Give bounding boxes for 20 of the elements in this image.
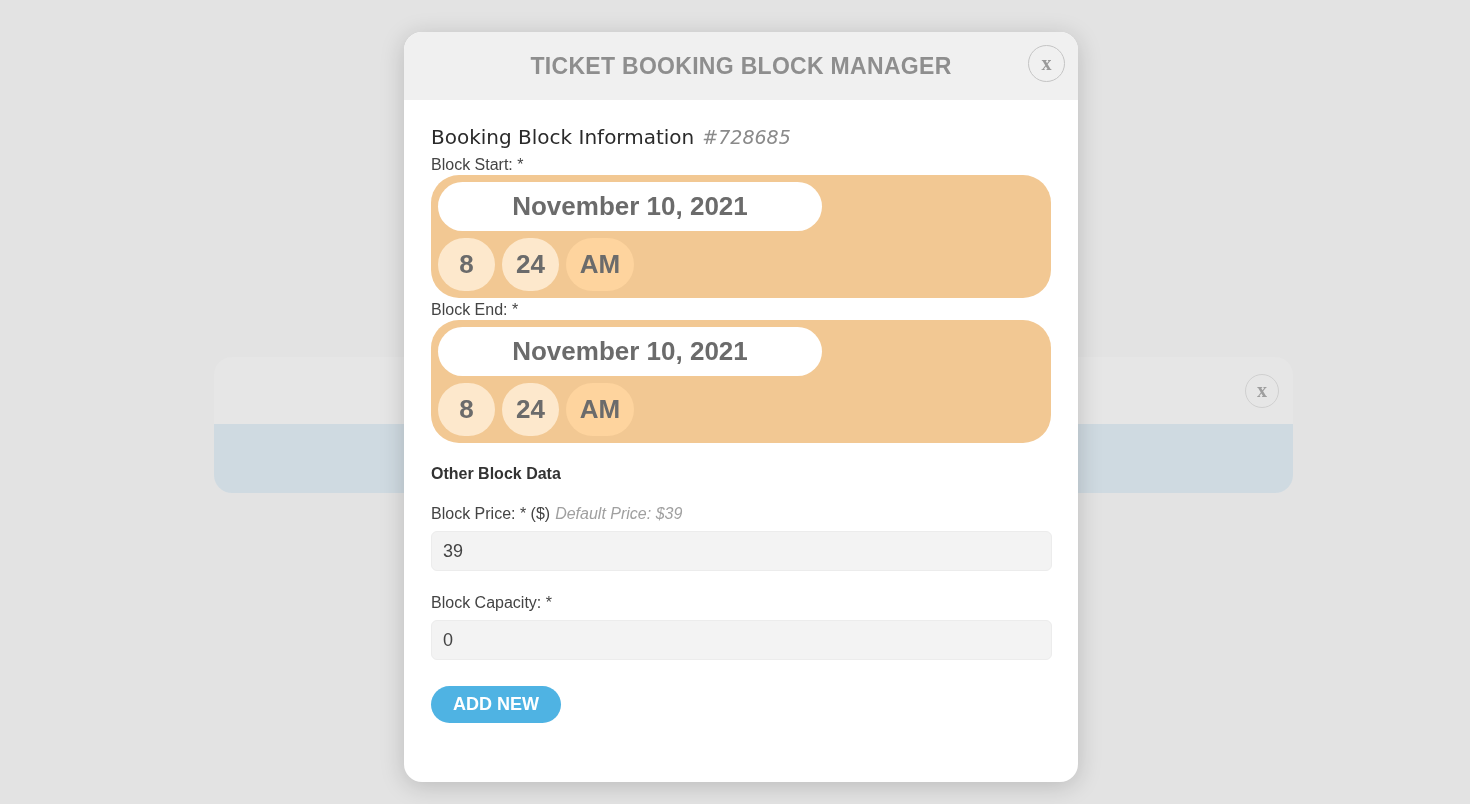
input-field[interactable]: 39 [431, 531, 1052, 571]
input-field[interactable]: 0 [431, 620, 1052, 660]
field-label: Block Capacity: * [431, 593, 552, 613]
section-heading: Booking Block Information [431, 125, 695, 149]
minute-field[interactable]: 24 [502, 238, 559, 291]
minute-field[interactable]: 24 [502, 383, 559, 436]
field-hint: Default Price: $39 [555, 505, 683, 523]
date-field[interactable]: November 10, 2021 [438, 327, 822, 376]
hour-field[interactable]: 8 [438, 383, 495, 436]
block-id: #728685 [702, 126, 791, 148]
field-label: Block Start: * [431, 155, 525, 175]
field-label: Block End: * [431, 300, 520, 320]
hour-field[interactable]: 8 [438, 238, 495, 291]
field-label: Block Price: * ($) [431, 504, 551, 524]
meridiem-field[interactable]: AM [566, 383, 634, 436]
meridiem-field[interactable]: AM [566, 238, 634, 291]
date-field[interactable]: November 10, 2021 [438, 182, 822, 231]
modal-title: TICKET BOOKING BLOCK MANAGER [530, 52, 952, 80]
add-new-button[interactable]: ADD NEW [431, 686, 561, 723]
section-title: Other Block Data [431, 465, 562, 483]
